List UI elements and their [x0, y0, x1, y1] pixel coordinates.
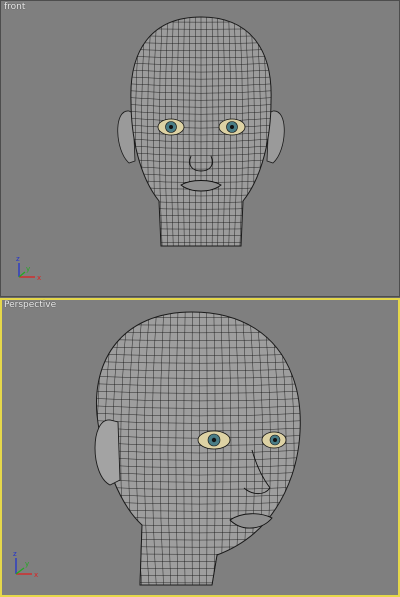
axis-y-label: y [26, 265, 30, 273]
axis-z-label: z [13, 550, 17, 558]
head-outline [95, 311, 301, 586]
front-head-model: x z y [16, 16, 285, 282]
axis-x-label: x [34, 571, 38, 579]
axis-y-label: y [25, 560, 29, 568]
axis-gizmo-front: x z y [16, 255, 41, 282]
axis-z-label: z [16, 255, 20, 263]
axis-gizmo-perspective: x z y [13, 550, 38, 579]
viewport-front[interactable]: front x z y [0, 0, 400, 297]
axis-x-label: x [37, 274, 41, 282]
ear [94, 419, 121, 486]
perspective-head-model: x z y [13, 311, 301, 586]
viewport-perspective[interactable]: Perspective x z y [0, 298, 400, 597]
